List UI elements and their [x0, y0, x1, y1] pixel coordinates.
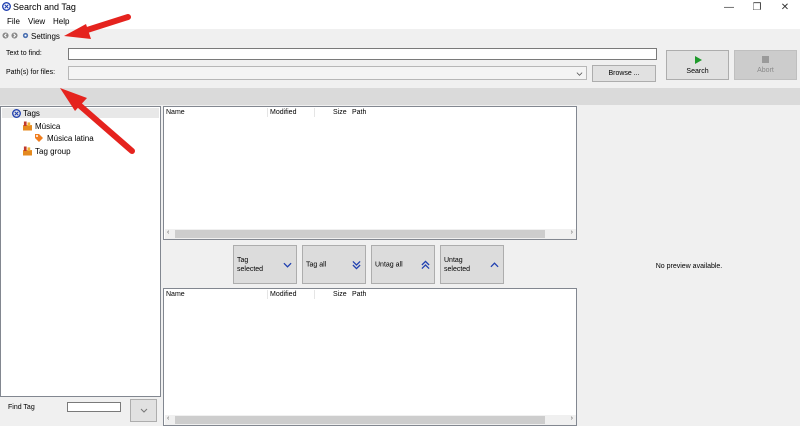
tree-row-musica-latina[interactable]: Música latina [34, 133, 154, 143]
tag-all-button[interactable]: Tag all [302, 245, 366, 284]
tag-group-icon [23, 121, 32, 131]
results-col-size[interactable]: Size [333, 107, 347, 118]
find-tag-label: Find Tag [8, 404, 35, 411]
tag-tree[interactable]: Tags Música Música latina Tag group [0, 106, 161, 397]
find-tag-button[interactable] [130, 399, 157, 422]
results-col-modified[interactable]: Modified [270, 107, 296, 118]
menu-file[interactable]: File [7, 17, 20, 26]
tag-selected-label: Tag selected [237, 256, 264, 273]
forward-icon[interactable] [11, 32, 18, 39]
chevron-up-icon [490, 261, 499, 267]
tag-icon [35, 134, 43, 142]
search-button[interactable]: Search [666, 50, 729, 80]
play-icon [694, 55, 702, 64]
gear-icon[interactable] [22, 32, 29, 39]
minimize-button[interactable]: — [716, 0, 742, 15]
settings-button[interactable]: Settings [31, 32, 60, 41]
results-list[interactable]: Name Modified Size Path ‹ › [163, 106, 577, 240]
tool-strip [0, 29, 800, 43]
column-divider [267, 108, 268, 117]
untag-selected-button[interactable]: Untag selected [440, 245, 504, 284]
results-hscroll-thumb[interactable] [175, 230, 545, 238]
menu-bar [0, 15, 800, 29]
tree-label-tags: Tags [23, 109, 40, 118]
scroll-left-icon[interactable]: ‹ [167, 229, 169, 236]
tagged-hscrollbar[interactable]: ‹ › [165, 415, 576, 425]
tagged-col-size[interactable]: Size [333, 289, 347, 300]
stop-icon [762, 56, 769, 63]
scroll-left-icon[interactable]: ‹ [167, 415, 169, 422]
menu-help[interactable]: Help [53, 17, 69, 26]
abort-button-label: Abort [757, 67, 774, 74]
close-button[interactable]: ✕ [772, 0, 798, 15]
tagged-hscroll-thumb[interactable] [175, 416, 545, 424]
results-col-path[interactable]: Path [352, 107, 366, 118]
untag-all-label: Untag all [375, 261, 403, 268]
abort-button[interactable]: Abort [734, 50, 797, 80]
tree-label-musica: Música [35, 122, 61, 131]
chevron-down-icon[interactable] [576, 70, 583, 77]
tree-label-tag-group: Tag group [35, 147, 71, 156]
separator-strip [0, 88, 800, 105]
title-bar [0, 0, 800, 15]
tags-root-icon [12, 109, 21, 118]
chevron-down-icon [140, 408, 147, 413]
app-logo-icon [2, 2, 11, 11]
untag-selected-label: Untag selected [444, 256, 471, 273]
double-chevron-down-icon [352, 260, 361, 269]
tag-all-label: Tag all [306, 261, 327, 268]
menu-view[interactable]: View [28, 17, 45, 26]
tag-selected-button[interactable]: Tag selected [233, 245, 297, 284]
paths-label: Path(s) for files: [6, 69, 56, 76]
double-chevron-up-icon [421, 260, 430, 269]
back-icon[interactable] [2, 32, 9, 39]
tagged-files-list[interactable]: Name Modified Size Path ‹ › [163, 288, 577, 426]
text-to-find-input[interactable] [68, 48, 657, 60]
untag-all-button[interactable]: Untag all [371, 245, 435, 284]
results-col-name[interactable]: Name [166, 107, 185, 118]
tagged-col-name[interactable]: Name [166, 289, 185, 300]
results-hscrollbar[interactable]: ‹ › [165, 229, 576, 239]
paths-combo[interactable] [68, 66, 587, 80]
scroll-right-icon[interactable]: › [571, 229, 573, 236]
preview-pane: No preview available. [578, 106, 800, 426]
tree-row-tags[interactable]: Tags [2, 108, 159, 118]
tree-row-musica[interactable]: Música [21, 121, 141, 131]
column-divider [314, 108, 315, 117]
preview-message: No preview available. [655, 263, 723, 270]
browse-button[interactable]: Browse ... [592, 65, 656, 82]
tagged-col-modified[interactable]: Modified [270, 289, 296, 300]
tagged-col-path[interactable]: Path [352, 289, 366, 300]
tag-group-icon [23, 146, 32, 156]
find-tag-input[interactable] [67, 402, 121, 412]
column-divider [267, 290, 268, 299]
restore-button[interactable]: ❐ [744, 0, 770, 15]
text-to-find-label: Text to find: [6, 50, 42, 57]
tree-row-tag-group[interactable]: Tag group [21, 146, 141, 156]
column-divider [314, 290, 315, 299]
scroll-right-icon[interactable]: › [571, 415, 573, 422]
search-button-label: Search [686, 67, 709, 75]
chevron-down-icon [283, 262, 292, 268]
tree-label-musica-latina: Música latina [47, 134, 94, 143]
window-title: Search and Tag [13, 2, 76, 12]
